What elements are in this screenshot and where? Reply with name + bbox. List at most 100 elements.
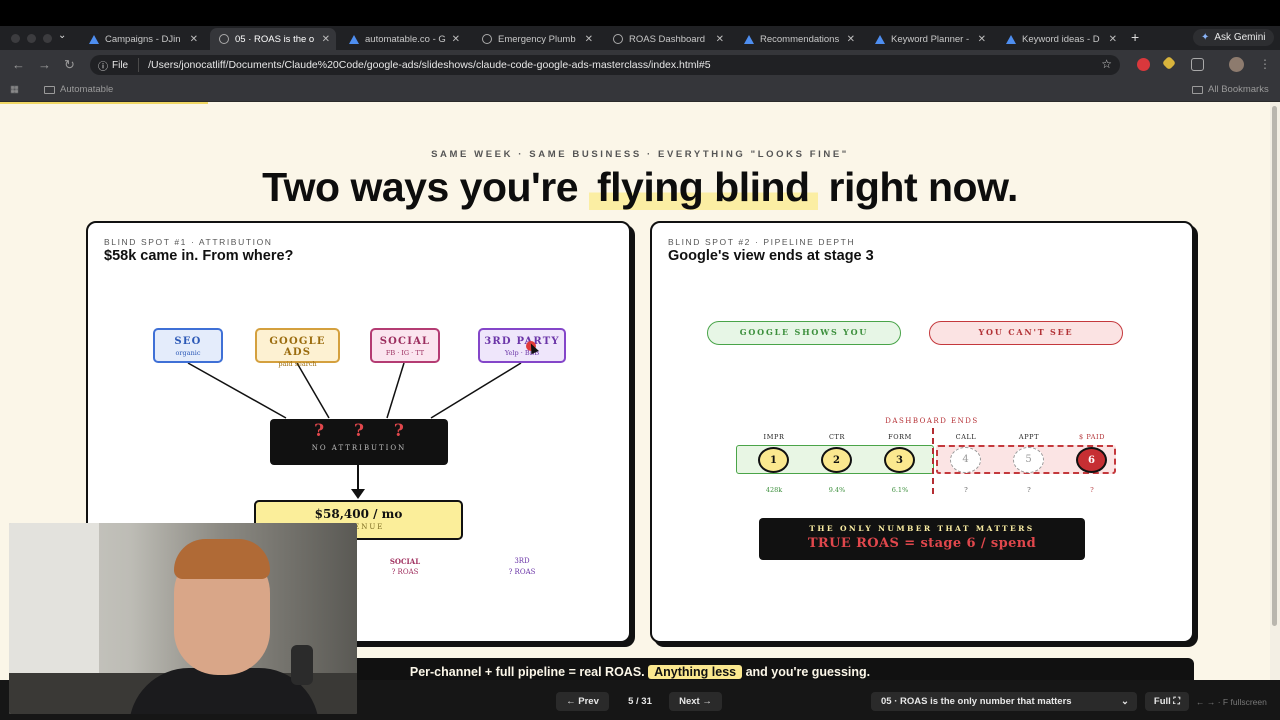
roas-third-party-column: 3RD ? ROAS (495, 556, 549, 578)
stage-circle: 5 (1013, 447, 1044, 473)
source-name: SOCIAL (379, 336, 431, 347)
site-info-chip[interactable]: ⓘ File (90, 58, 140, 73)
card-kicker: BLIND SPOT #2 · PIPELINE DEPTH (668, 237, 856, 247)
tab-label: automatable.co - G (365, 33, 446, 45)
window-zoom-button[interactable] (43, 34, 52, 43)
tab-emergency-plumb[interactable]: Emergency Plumb ✕ (473, 28, 599, 50)
no-attribution-label: NO ATTRIBUTION (311, 444, 407, 452)
gemini-sparkle-icon: ✦ (1201, 32, 1210, 43)
slide-headline: Two ways you're flying blind right now. (0, 164, 1270, 211)
stage-value: ? (1027, 486, 1031, 494)
formula-text: TRUE ROAS = stage 6 / spend (807, 536, 1037, 551)
you-cant-see-pill: YOU CAN'T SEE (929, 321, 1123, 345)
stage-label: FORM (888, 433, 912, 441)
close-icon[interactable]: ✕ (452, 34, 460, 45)
close-icon[interactable]: ✕ (716, 34, 724, 45)
close-icon[interactable]: ✕ (1109, 34, 1117, 45)
macos-menu-bar (0, 0, 1280, 26)
tab-campaigns[interactable]: Campaigns - DJin ✕ (80, 28, 204, 50)
google-ads-icon (743, 34, 754, 45)
next-slide-button[interactable]: Next → (669, 692, 722, 711)
address-bar[interactable]: ⓘ File /Users/jonocatliff/Documents/Clau… (90, 55, 1120, 75)
tab-keyword-planner[interactable]: Keyword Planner - ✕ (866, 28, 992, 50)
stage-value: ? (964, 486, 968, 494)
source-name: GOOGLE ADS (269, 336, 326, 358)
fullscreen-button[interactable]: Full ⛶ (1145, 692, 1189, 711)
extensions-puzzle-icon[interactable] (1191, 58, 1204, 71)
tab-keyword-ideas[interactable]: Keyword ideas - D ✕ (997, 28, 1123, 50)
slide-select-value: 05 · ROAS is the only number that matter… (881, 696, 1072, 707)
extension-record-icon[interactable] (1137, 58, 1150, 71)
roas-channel-name: 3RD (514, 557, 530, 565)
stage-circle: 2 (821, 447, 852, 473)
ask-gemini-label: Ask Gemini (1214, 32, 1266, 43)
bookmark-star-icon[interactable]: ☆ (1101, 57, 1112, 71)
google-shows-you-pill: GOOGLE SHOWS YOU (707, 321, 901, 345)
stage-value: ? (1090, 486, 1094, 494)
tab-roas-slide[interactable]: 05 · ROAS is the o ✕ (210, 28, 336, 50)
browser-menu-kebab-icon[interactable]: ⋮ (1259, 57, 1271, 71)
roas-channel-value: ? ROAS (508, 568, 536, 576)
source-google-ads-box: GOOGLE ADS paid search (255, 328, 340, 368)
prev-slide-button[interactable]: ← Prev (556, 692, 609, 711)
tab-automatable[interactable]: automatable.co - G ✕ (340, 28, 466, 50)
page-scrollbar-thumb[interactable] (1272, 106, 1277, 626)
profile-avatar[interactable] (1229, 57, 1244, 72)
dashboard-divider-line (932, 428, 934, 494)
close-icon[interactable]: ✕ (322, 34, 330, 45)
revenue-value: $58,400 / mo (314, 507, 403, 521)
source-name: SEO (174, 336, 202, 347)
globe-icon (218, 34, 229, 45)
close-icon[interactable]: ✕ (978, 34, 986, 45)
url-text[interactable]: /Users/jonocatliff/Documents/Claude%20Co… (139, 59, 710, 71)
google-ads-icon (874, 34, 885, 45)
stage-label: CTR (828, 433, 845, 441)
question-marks: ? ? ? (314, 421, 416, 441)
tab-label: Campaigns - DJin (105, 33, 181, 45)
google-ads-icon (88, 34, 99, 45)
slide-progress-bar (0, 102, 208, 104)
headline-prefix: Two ways you're (262, 164, 579, 210)
slide-select-dropdown[interactable]: 05 · ROAS is the only number that matter… (871, 692, 1137, 711)
tab-search-chevron-icon[interactable]: ⌄ (58, 30, 66, 41)
stage-circle: 4 (950, 447, 981, 473)
tab-label: ROAS Dashboard (629, 33, 706, 45)
tab-roas-dashboard[interactable]: ROAS Dashboard ✕ (604, 28, 730, 50)
source-sub: organic (175, 349, 201, 357)
close-icon[interactable]: ✕ (585, 34, 593, 45)
fullscreen-hint: ← → · F fullscreen (1196, 697, 1267, 707)
slide-kicker: SAME WEEK · SAME BUSINESS · EVERYTHING "… (431, 149, 849, 160)
back-arrow-icon[interactable]: ← (12, 57, 25, 72)
forward-arrow-icon[interactable]: → (38, 57, 51, 72)
source-third-party-box: 3RD PARTY Yelp · BBB (478, 328, 566, 363)
no-attribution-box: ? ? ? NO ATTRIBUTION (270, 419, 448, 465)
roas-channel-name: SOCIAL (389, 557, 421, 566)
tab-label: Recommendations (760, 33, 840, 45)
stage-circle: 6 (1076, 447, 1107, 473)
stage-label: CALL (955, 433, 977, 441)
google-ads-icon (348, 34, 359, 45)
apps-grid-icon[interactable]: ▦ (10, 84, 19, 95)
all-bookmarks-label: All Bookmarks (1208, 84, 1269, 95)
headline-highlight: flying blind (588, 164, 818, 210)
ask-gemini-button[interactable]: ✦ Ask Gemini (1193, 29, 1274, 46)
tab-recommendations[interactable]: Recommendations ✕ (735, 28, 861, 50)
source-sub: Yelp · BBB (504, 349, 540, 357)
reload-icon[interactable]: ↻ (64, 57, 75, 73)
chevron-down-icon: ⌄ (1121, 696, 1129, 707)
window-close-button[interactable] (11, 34, 20, 43)
all-bookmarks-button[interactable]: All Bookmarks (1192, 84, 1269, 95)
new-tab-plus-icon[interactable]: + (1131, 29, 1139, 45)
extension-pencil-icon[interactable] (1161, 55, 1177, 71)
bookmark-folder-automatable[interactable]: Automatable (44, 84, 113, 95)
source-sub: FB · IG · TT (385, 349, 425, 357)
stage-circle: 1 (758, 447, 789, 473)
window-minimize-button[interactable] (27, 34, 36, 43)
close-icon[interactable]: ✕ (190, 34, 198, 45)
close-icon[interactable]: ✕ (847, 34, 855, 45)
roas-social-column: SOCIAL ? ROAS (378, 556, 432, 578)
banner-suffix: and you're guessing. (745, 665, 871, 679)
tab-label: 05 · ROAS is the o (235, 33, 315, 45)
stage-label: APPT (1018, 433, 1040, 441)
source-sub: paid search (278, 360, 317, 368)
